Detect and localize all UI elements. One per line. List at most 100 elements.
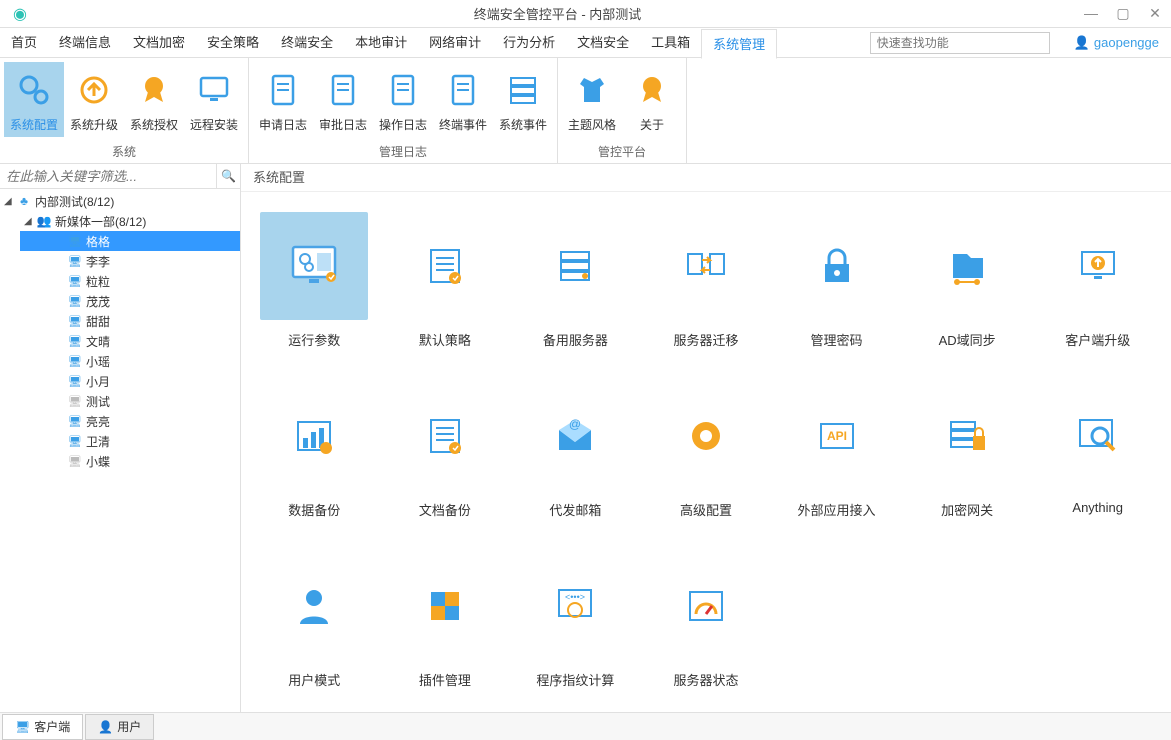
tile-external-api[interactable]: API外部应用接入 [771,382,902,532]
tree-leaf[interactable]: 🖥茂茂 [20,291,240,311]
tile-advanced-config[interactable]: 高级配置 [641,382,772,532]
menu-item[interactable]: 终端信息 [48,28,122,58]
tree-group[interactable]: ◢ 👥 新媒体一部(8/12) [20,211,240,231]
doc-icon [433,66,493,114]
ribbon-system-upgrade[interactable]: 系统升级 [64,62,124,137]
menu-item[interactable]: 系统管理 [701,29,777,59]
tile-user-mode[interactable]: 用户模式 [249,552,380,702]
sidebar-search-button[interactable]: 🔍 [216,164,240,188]
tile-doc-backup[interactable]: 文档备份 [380,382,511,532]
svg-text:<•••>: <•••> [565,592,585,602]
plugin-manage-icon [391,552,499,660]
menu-item[interactable]: 安全策略 [196,28,270,58]
fingerprint-icon: <•••> [521,552,629,660]
tile-run-params[interactable]: 运行参数 [249,212,380,362]
tile-label: 文档备份 [419,500,471,519]
tile-admin-password[interactable]: 管理密码 [771,212,902,362]
tile-server-migration[interactable]: 服务器迁移 [641,212,772,362]
menu-item[interactable]: 网络审计 [418,28,492,58]
tree-expand-icon[interactable]: ◢ [24,216,36,227]
minimize-icon[interactable]: — [1075,5,1107,22]
tree-leaf[interactable]: 🖥甜甜 [20,311,240,331]
tile-fingerprint[interactable]: <•••>程序指纹计算 [510,552,641,702]
server-migration-icon [652,212,760,320]
client-icon: 🖥 [68,355,86,368]
tile-data-backup[interactable]: 数据备份 [249,382,380,532]
tile-label: 插件管理 [419,670,471,689]
menu-item[interactable]: 行为分析 [492,28,566,58]
menu-item[interactable]: 首页 [0,28,48,58]
ribbon-approve-log[interactable]: 审批日志 [313,62,373,137]
tile-server-status[interactable]: 服务器状态 [641,552,772,702]
org-icon: ♣ [16,194,32,208]
tree-leaf[interactable]: 🖥格格 [20,231,240,251]
user-button[interactable]: 👤gaopengge [1062,35,1171,51]
sidebar-search-input[interactable] [0,164,216,188]
backup-server-icon [521,212,629,320]
menu-item[interactable]: 文档加密 [122,28,196,58]
menu-item[interactable]: 本地审计 [344,28,418,58]
tree-leaf[interactable]: 🖥小蝶 [20,451,240,471]
svg-text:@: @ [569,417,581,431]
anything-icon [1044,382,1152,490]
data-backup-icon [260,382,368,490]
main-panel: 系统配置 运行参数 默认策略备用服务器服务器迁移管理密码 AD域同步 客户端升级数据备… [241,164,1171,712]
tree-leaf[interactable]: 🖥李李 [20,251,240,271]
main-title: 系统配置 [241,164,1171,192]
tree-leaf[interactable]: 🖥卫清 [20,431,240,451]
tree-leaf[interactable]: 🖥小瑶 [20,351,240,371]
tile-default-policy[interactable]: 默认策略 [380,212,511,362]
tile-label: Anything [1072,500,1123,515]
tile-encrypt-gateway[interactable]: 加密网关 [902,382,1033,532]
ribbon-apply-log[interactable]: 申请日志 [253,62,313,137]
ribbon-system-config[interactable]: 系统配置 [4,62,64,137]
ribbon-terminal-event[interactable]: 终端事件 [433,62,493,137]
tile-label: 加密网关 [941,500,993,519]
tree-leaf[interactable]: 🖥亮亮 [20,411,240,431]
ribbon-system-auth[interactable]: 系统授权 [124,62,184,137]
tree-leaf-label: 李李 [86,253,110,270]
tree-root[interactable]: ◢ ♣ 内部测试(8/12) [0,191,240,211]
tree-leaf[interactable]: 🖥粒粒 [20,271,240,291]
tile-client-upgrade[interactable]: 客户端升级 [1032,212,1163,362]
client-icon: 🖥 [68,295,86,308]
ribbon-system-event[interactable]: 系统事件 [493,62,553,137]
monitor-icon: 🖥 [15,714,30,740]
maximize-icon[interactable]: ▢ [1107,5,1139,22]
menu-item[interactable]: 文档安全 [566,28,640,58]
tile-proxy-mail[interactable]: @代发邮箱 [510,382,641,532]
tree-expand-icon[interactable]: ◢ [4,196,16,207]
tree-leaf-label: 测试 [86,393,110,410]
run-params-icon [260,212,368,320]
ribbon-remote-install[interactable]: 远程安装 [184,62,244,137]
tree-leaf[interactable]: 🖥文晴 [20,331,240,351]
close-icon[interactable]: ✕ [1139,5,1171,22]
doc-icon [253,66,313,114]
footer-tab-用户[interactable]: 👤用户 [85,714,154,740]
tree-leaf[interactable]: 🖥小月 [20,371,240,391]
client-icon: 🖥 [68,435,86,448]
tile-plugin-manage[interactable]: 插件管理 [380,552,511,702]
menu-item[interactable]: 终端安全 [270,28,344,58]
app-logo-icon: ◉ [0,4,40,24]
doc-icon [373,66,433,114]
client-icon: 🖥 [68,335,86,348]
tree-leaf-label: 粒粒 [86,273,110,290]
footer-tab-客户端[interactable]: 🖥客户端 [2,714,83,740]
client-icon: 🖥 [68,235,86,248]
tile-backup-server[interactable]: 备用服务器 [510,212,641,362]
client-upgrade-icon [1044,212,1152,320]
tile-label: 用户模式 [288,670,340,689]
tile-ad-sync[interactable]: AD域同步 [902,212,1033,362]
tile-grid: 运行参数 默认策略备用服务器服务器迁移管理密码 AD域同步 客户端升级数据备份文档备份… [241,192,1171,722]
client-icon: 🖥 [68,255,86,268]
tile-anything[interactable]: Anything [1032,382,1163,532]
ribbon-operate-log[interactable]: 操作日志 [373,62,433,137]
tile-label: AD域同步 [939,330,996,349]
tree-leaf[interactable]: 🖥测试 [20,391,240,411]
global-search-input[interactable] [870,32,1050,54]
ribbon-theme-style[interactable]: 主题风格 [562,62,622,137]
ribbon-about[interactable]: 关于 [622,62,682,137]
menu-item[interactable]: 工具箱 [640,28,701,58]
tile-label: 运行参数 [288,330,340,349]
